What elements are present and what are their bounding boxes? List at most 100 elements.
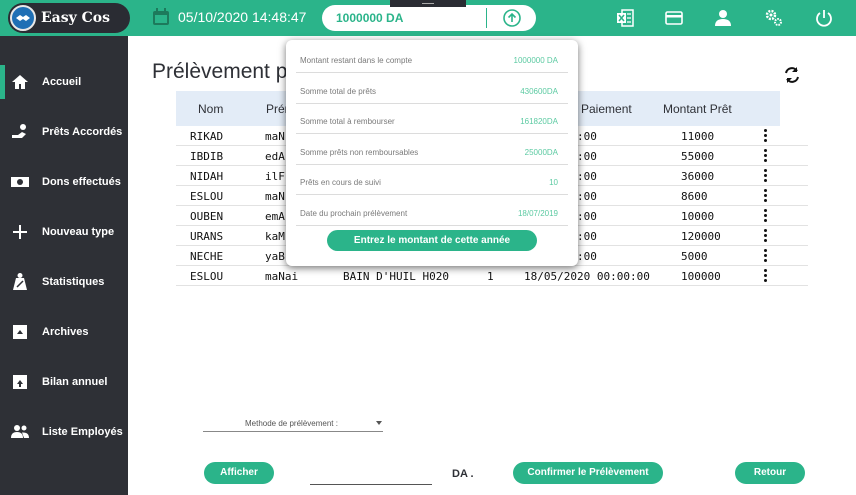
divider: [486, 8, 487, 28]
more-vert-icon[interactable]: [764, 189, 768, 203]
cell-nom: IBDIB: [190, 150, 224, 163]
table-row[interactable]: ESLOU maNai BAIN D'HUIL H020 1 18/05/2020 00…: [176, 266, 808, 286]
more-vert-icon[interactable]: [764, 149, 768, 163]
sidebar-item-statistiques[interactable]: Statistiques: [0, 257, 128, 307]
currency-label: DA .: [452, 468, 474, 480]
cell-prenom: edA: [265, 150, 285, 163]
more-vert-icon[interactable]: [764, 209, 768, 223]
cell-montant: 11000: [681, 130, 715, 143]
summary-label: Somme total de prêts: [300, 86, 377, 96]
cell-montant: 5000: [681, 250, 708, 263]
sidebar-item-accueil[interactable]: Accueil: [0, 57, 128, 107]
power-icon[interactable]: [814, 8, 834, 28]
sidebar-item-prets[interactable]: Prêts Accordés: [0, 107, 128, 157]
cell-prenom: kaM: [265, 230, 285, 243]
excel-icon[interactable]: [615, 8, 635, 28]
cell-montant: 8600: [681, 190, 708, 203]
cell-nom: RIKAD: [190, 130, 224, 143]
logo-text: Easy Cos: [41, 10, 110, 26]
card-icon[interactable]: [664, 8, 684, 28]
popover-handle[interactable]: [390, 0, 466, 7]
sidebar: Accueil Prêts Accordés Dons effectués No…: [0, 36, 128, 495]
app-window: Easy Cos 05/10/2020 14:48:47 1000000 DA: [0, 0, 856, 495]
stats-icon: [13, 273, 27, 290]
summary-row: Date du prochain prélèvement 18/07/2019: [296, 196, 568, 226]
sidebar-item-label: Archives: [42, 326, 89, 338]
summary-value: 25000DA: [524, 147, 558, 157]
sidebar-item-label: Accueil: [42, 76, 82, 88]
sidebar-item-label: Nouveau type: [42, 226, 115, 238]
user-icon[interactable]: [713, 8, 733, 28]
summary-row: Somme prêts non remboursables 25000DA: [296, 135, 568, 165]
logo[interactable]: Easy Cos: [8, 3, 130, 33]
sidebar-item-label: Statistiques: [42, 276, 105, 288]
summary-row: Prêts en cours de suivi 10: [296, 165, 568, 195]
summary-label: Montant restant dans le compte: [300, 56, 413, 65]
top-bar: Easy Cos 05/10/2020 14:48:47 1000000 DA: [0, 0, 856, 36]
sidebar-item-dons[interactable]: Dons effectués: [0, 157, 128, 207]
amount-input[interactable]: [310, 463, 432, 485]
archive-icon: [13, 325, 27, 339]
cell-montant: 55000: [681, 150, 715, 163]
more-vert-icon[interactable]: [764, 269, 768, 283]
cell-prenom: maN: [265, 130, 285, 143]
chevron-down-icon[interactable]: [376, 421, 382, 425]
column-header-montant[interactable]: Montant Prêt: [663, 102, 732, 116]
more-vert-icon[interactable]: [764, 249, 768, 263]
cell-n: 1: [487, 270, 494, 283]
enter-annual-amount-button[interactable]: Entrez le montant de cette année: [327, 230, 537, 251]
cell-prenom: ilF: [265, 170, 285, 183]
cell-date: 18/05/2020 00:00:00: [524, 270, 650, 283]
page-title: Prélèvement p: [152, 60, 288, 83]
balance-pill[interactable]: 1000000 DA: [322, 5, 536, 31]
method-select-label[interactable]: Methode de prélèvement :: [245, 419, 338, 428]
summary-value: 161820DA: [520, 117, 558, 126]
summary-row: Montant restant dans le compte 1000000 DA: [296, 43, 568, 73]
summary-row: Somme total à rembourser 161820DA: [296, 104, 568, 134]
datetime-display: 05/10/2020 14:48:47: [178, 9, 307, 25]
summary-value: 18/07/2019: [517, 208, 558, 218]
summary-value: 1000000 DA: [513, 56, 558, 65]
afficher-button[interactable]: Afficher: [204, 462, 274, 484]
plus-icon: [13, 225, 27, 239]
sidebar-item-bilan-annuel[interactable]: Bilan annuel: [0, 357, 128, 407]
cell-nom: NECHE: [190, 250, 224, 263]
column-header-paiement[interactable]: Paiement: [581, 102, 632, 116]
sidebar-item-label: Prêts Accordés: [42, 126, 123, 138]
sidebar-item-label: Liste Employés: [42, 426, 123, 438]
sidebar-item-label: Dons effectués: [42, 176, 121, 188]
column-header-nom[interactable]: Nom: [198, 102, 223, 116]
summary-label: Date du prochain prélèvement: [300, 208, 408, 218]
cell-nom: ESLOU: [190, 190, 224, 203]
sidebar-item-archives[interactable]: Archives: [0, 307, 128, 357]
more-vert-icon[interactable]: [764, 229, 768, 243]
confirm-withdrawal-button[interactable]: Confirmer le Prélèvement: [513, 462, 663, 484]
sidebar-item-nouveau-type[interactable]: Nouveau type: [0, 207, 128, 257]
cell-nom: NIDAH: [190, 170, 224, 183]
summary-value: 430600DA: [520, 86, 558, 96]
cell-prenom: maN: [265, 190, 285, 203]
cell-prenom: yaB: [265, 250, 285, 263]
refresh-icon[interactable]: [782, 65, 802, 85]
more-vert-icon[interactable]: [764, 169, 768, 183]
money-icon: [11, 177, 29, 187]
cell-nom: ESLOU: [190, 270, 224, 283]
settings-icon[interactable]: [764, 8, 784, 28]
summary-label: Prêts en cours de suivi: [300, 178, 381, 187]
retour-button[interactable]: Retour: [735, 462, 805, 484]
method-select[interactable]: [203, 431, 383, 432]
more-vert-icon[interactable]: [764, 129, 768, 143]
cell-prenom: maNai: [265, 270, 299, 283]
cell-nom: URANS: [190, 230, 224, 243]
sidebar-item-label: Bilan annuel: [42, 376, 108, 388]
people-icon: [11, 425, 29, 438]
arrow-up-circle-icon[interactable]: [502, 8, 522, 28]
handshake-icon: [10, 5, 36, 31]
account-summary-popover: Montant restant dans le compte 1000000 DA…: [286, 40, 578, 266]
loan-icon: [12, 124, 26, 138]
sidebar-item-liste-employes[interactable]: Liste Employés: [0, 407, 128, 457]
cell-montant: 120000: [681, 230, 721, 243]
calendar-icon: [153, 8, 169, 25]
upload-icon: [13, 375, 27, 389]
home-icon: [12, 75, 28, 89]
